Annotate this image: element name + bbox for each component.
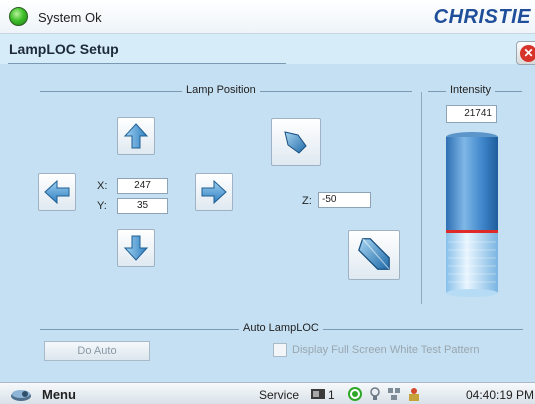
z-in-icon xyxy=(284,131,307,154)
projector-icon[interactable] xyxy=(310,386,326,402)
menu-button[interactable]: Menu xyxy=(42,387,76,402)
move-right-button[interactable] xyxy=(195,173,233,211)
z-out-button[interactable] xyxy=(348,230,400,280)
brand-logo: CHRISTIE xyxy=(433,6,531,28)
projector-count: 1 xyxy=(328,388,335,402)
move-left-button[interactable] xyxy=(38,173,76,211)
user-lock-icon[interactable] xyxy=(406,386,422,402)
intensity-separator xyxy=(421,92,422,304)
x-field[interactable]: 247 xyxy=(117,178,168,194)
page-title: LampLOC Setup xyxy=(9,41,119,57)
do-auto-button[interactable]: Do Auto xyxy=(44,341,150,361)
status-text[interactable]: System Ok xyxy=(38,10,102,25)
intensity-label: Intensity xyxy=(446,84,495,96)
white-test-pattern-label: Display Full Screen White Test Pattern xyxy=(292,344,480,356)
close-button[interactable]: ✕ xyxy=(516,41,535,65)
close-icon: ✕ xyxy=(520,45,535,62)
intensity-value: 21741 xyxy=(446,105,497,123)
z-label: Z: xyxy=(302,195,312,207)
auto-lamploc-label: Auto LampLOC xyxy=(239,322,323,334)
clock: 04:40:19 PM xyxy=(466,388,535,402)
y-label: Y: xyxy=(97,200,107,212)
title-underline xyxy=(8,63,286,64)
top-status-bar: System Ok CHRISTIE xyxy=(0,0,535,34)
arrow-right-icon xyxy=(201,179,227,205)
x-label: X: xyxy=(97,180,108,192)
status-ok-icon[interactable] xyxy=(9,7,28,26)
y-field[interactable]: 35 xyxy=(117,198,168,214)
service-label[interactable]: Service xyxy=(259,388,299,402)
z-field[interactable]: -50 xyxy=(318,192,371,208)
lamp-intensity-gauge-icon xyxy=(446,132,498,297)
taskbar: Menu Service 1 04:40:19 PM xyxy=(0,382,535,404)
move-up-button[interactable] xyxy=(117,117,155,155)
z-in-button[interactable] xyxy=(271,118,321,166)
z-out-icon xyxy=(358,238,390,270)
lamp-icon[interactable] xyxy=(367,386,383,402)
lamp-position-label: Lamp Position xyxy=(182,84,260,96)
arrow-down-icon xyxy=(123,235,149,261)
projector-menu-icon[interactable] xyxy=(10,386,32,402)
arrow-up-icon xyxy=(123,123,149,149)
arrow-left-icon xyxy=(44,179,70,205)
network-icon[interactable] xyxy=(386,386,402,402)
white-test-pattern-checkbox[interactable] xyxy=(273,343,287,357)
power-status-icon[interactable] xyxy=(347,386,363,402)
title-band: LampLOC Setup xyxy=(0,34,535,64)
move-down-button[interactable] xyxy=(117,229,155,267)
